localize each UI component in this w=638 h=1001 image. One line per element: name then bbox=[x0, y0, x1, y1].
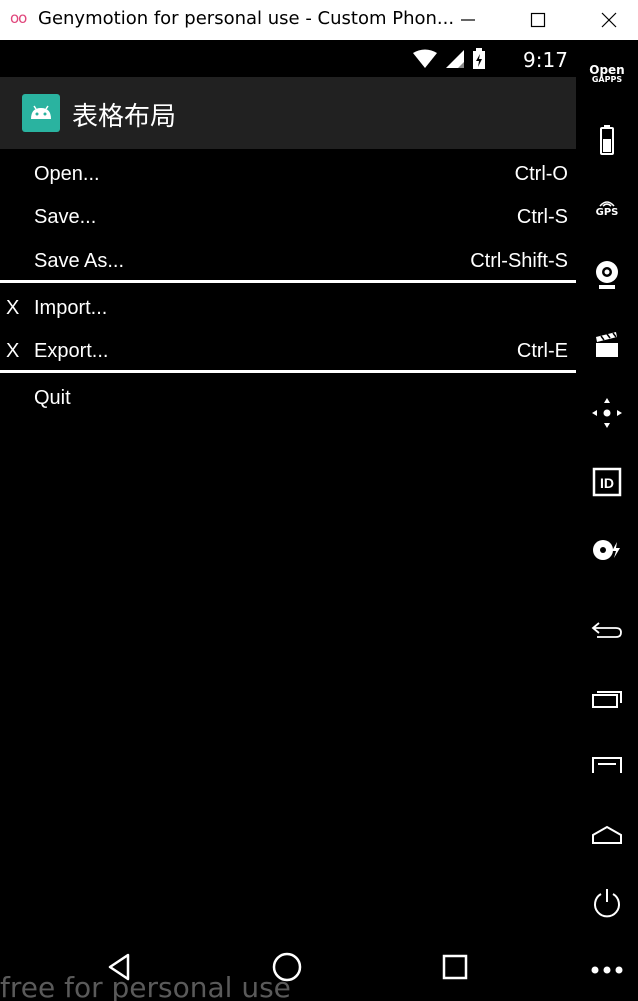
menu-item-shortcut: Ctrl-S bbox=[516, 206, 568, 228]
maximize-button[interactable] bbox=[520, 5, 556, 35]
id-card-icon: ID bbox=[592, 467, 622, 497]
clapperboard-icon bbox=[596, 332, 618, 357]
maximize-icon bbox=[530, 12, 546, 28]
status-clock: 9:17 bbox=[523, 48, 568, 72]
menu-icon bbox=[592, 757, 622, 773]
menu-item-export[interactable]: X Export... Ctrl-E bbox=[0, 328, 576, 372]
menu-item-save[interactable]: Save... Ctrl-S bbox=[0, 194, 576, 238]
menu-item-import[interactable]: X Import... bbox=[0, 285, 576, 329]
status-bar: 9:17 bbox=[0, 40, 576, 77]
menu-divider bbox=[0, 370, 576, 373]
cell-signal-icon bbox=[446, 50, 464, 68]
menu-item-shortcut: Ctrl-E bbox=[516, 340, 568, 362]
recent-apps-icon bbox=[592, 691, 622, 708]
more-dots-icon bbox=[591, 966, 623, 974]
dpad-icon bbox=[592, 398, 622, 428]
menu-item-save-as[interactable]: Save As... Ctrl-Shift-S bbox=[0, 238, 576, 282]
menu-item-label: Quit bbox=[34, 387, 71, 409]
nav-recents-button[interactable] bbox=[433, 945, 477, 989]
menu-item-shortcut: Ctrl-Shift-S bbox=[470, 250, 568, 272]
window-title: Genymotion for personal use - Custom Pho… bbox=[38, 8, 455, 29]
genymotion-logo: oo bbox=[10, 9, 27, 27]
close-window-button[interactable] bbox=[591, 5, 627, 35]
menu-tool-button[interactable] bbox=[587, 745, 627, 785]
minimize-button[interactable] bbox=[450, 5, 486, 35]
menu-item-label: Export... bbox=[34, 340, 109, 362]
disk-io-tool-button[interactable] bbox=[587, 530, 627, 570]
open-gapps-icon: Open GAPPS bbox=[589, 63, 625, 85]
webcam-icon bbox=[596, 261, 618, 289]
menu-item-label: Open... bbox=[34, 163, 100, 185]
gps-tool-button[interactable]: GPS bbox=[587, 187, 627, 227]
tool-sidebar: Open GAPPS GPS ID bbox=[576, 40, 638, 1001]
menu-divider bbox=[0, 280, 576, 283]
home-tool-button[interactable] bbox=[587, 815, 627, 855]
menu-item-label: Import... bbox=[34, 297, 108, 319]
recents-square-icon bbox=[442, 954, 468, 980]
wifi-icon bbox=[413, 49, 437, 68]
app-title: 表格布局 bbox=[72, 102, 177, 132]
action-bar: 表格布局 bbox=[0, 77, 576, 149]
webcam-tool-button[interactable] bbox=[587, 255, 627, 295]
battery-icon bbox=[600, 125, 614, 155]
power-icon bbox=[594, 889, 620, 918]
more-tool-button[interactable] bbox=[587, 950, 627, 990]
open-gapps-line1: Open bbox=[589, 63, 625, 77]
back-tool-button[interactable] bbox=[587, 610, 627, 650]
gps-icon: GPS bbox=[595, 197, 619, 218]
minimize-icon bbox=[461, 19, 475, 21]
close-icon bbox=[601, 12, 617, 28]
status-icons bbox=[412, 48, 486, 70]
gps-label: GPS bbox=[595, 206, 619, 218]
back-arrow-icon bbox=[591, 622, 622, 638]
phone-screen: 9:17 表格布局 Open... Ctrl-O Save... Ctrl-S … bbox=[0, 40, 576, 1001]
watermark: free for personal use bbox=[0, 971, 291, 1001]
home-icon bbox=[592, 825, 622, 844]
menu-item-check: X bbox=[6, 340, 20, 362]
open-gapps-button[interactable]: Open GAPPS bbox=[587, 55, 627, 95]
android-app-icon bbox=[22, 94, 60, 132]
disk-io-icon bbox=[593, 540, 620, 560]
screencast-tool-button[interactable] bbox=[587, 325, 627, 365]
menu-item-shortcut: Ctrl-O bbox=[514, 163, 568, 185]
menu-item-label: Save As... bbox=[34, 250, 125, 272]
power-tool-button[interactable] bbox=[587, 883, 627, 923]
window-title-bar: oo Genymotion for personal use - Custom … bbox=[0, 0, 638, 40]
menu-item-check: X bbox=[6, 297, 20, 319]
recent-apps-tool-button[interactable] bbox=[587, 678, 627, 718]
id-label: ID bbox=[600, 475, 614, 491]
battery-charging-icon bbox=[473, 48, 485, 69]
dpad-tool-button[interactable] bbox=[587, 393, 627, 433]
battery-tool-button[interactable] bbox=[587, 120, 627, 160]
menu-item-label: Save... bbox=[34, 206, 97, 228]
open-gapps-line2: GAPPS bbox=[591, 75, 623, 84]
menu-item-quit[interactable]: Quit bbox=[0, 375, 576, 419]
menu-item-open[interactable]: Open... Ctrl-O bbox=[0, 151, 576, 195]
device-id-tool-button[interactable]: ID bbox=[587, 462, 627, 502]
